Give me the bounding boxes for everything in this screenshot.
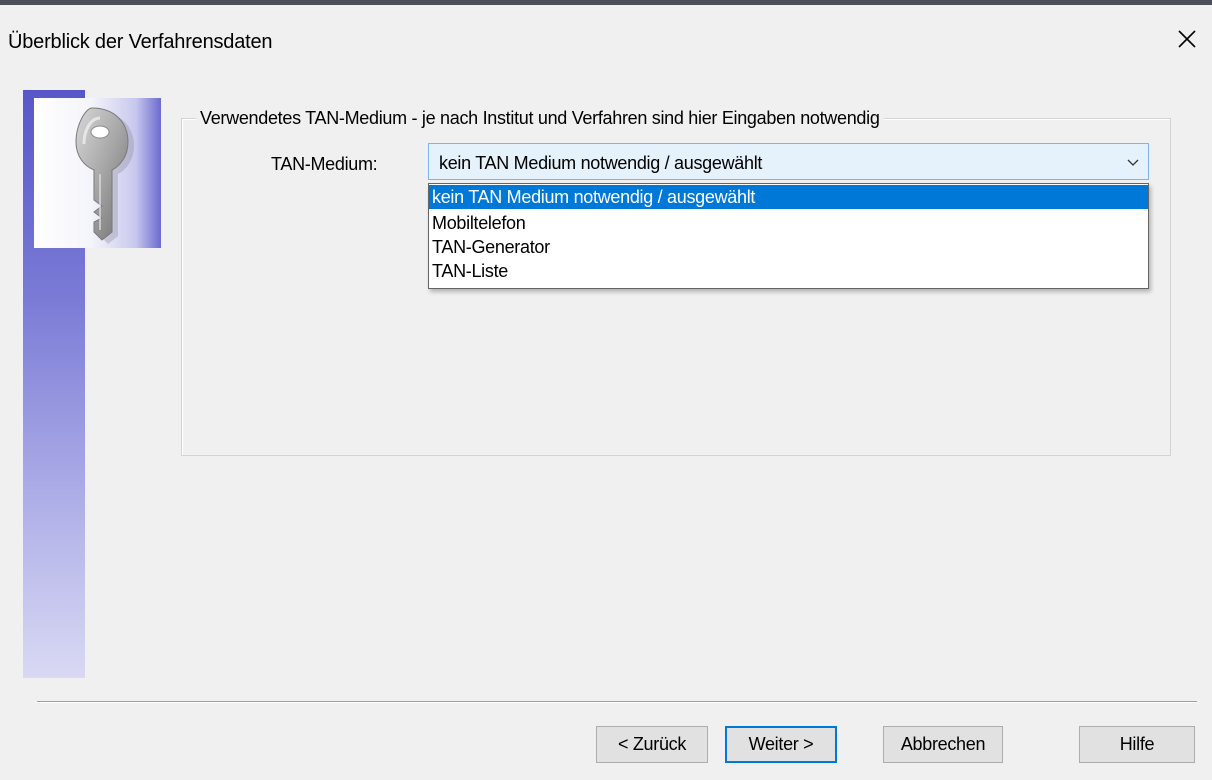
tan-medium-label: TAN-Medium: bbox=[271, 154, 378, 174]
dropdown-option-tan-generator[interactable]: TAN-Generator bbox=[429, 235, 1148, 259]
dropdown-option-mobiltelefon[interactable]: Mobiltelefon bbox=[429, 211, 1148, 235]
tan-medium-combobox[interactable]: kein TAN Medium notwendig / ausgewählt bbox=[428, 143, 1149, 180]
key-icon bbox=[75, 107, 134, 244]
key-image-panel bbox=[34, 98, 161, 248]
groupbox-legend: Verwendetes TAN-Medium - je nach Institu… bbox=[196, 108, 884, 129]
close-icon bbox=[1178, 30, 1196, 48]
dropdown-option-kein-tan-medium[interactable]: kein TAN Medium notwendig / ausgewählt bbox=[429, 185, 1148, 209]
cancel-button[interactable]: Abbrechen bbox=[883, 726, 1003, 763]
next-button[interactable]: Weiter > bbox=[725, 726, 837, 763]
combobox-value: kein TAN Medium notwendig / ausgewählt bbox=[439, 153, 763, 173]
dialog-title: Überblick der Verfahrensdaten bbox=[8, 31, 273, 53]
tan-medium-dropdown-list[interactable]: kein TAN Medium notwendig / ausgewählt M… bbox=[428, 183, 1149, 289]
help-button[interactable]: Hilfe bbox=[1079, 726, 1195, 763]
back-button[interactable]: < Zurück bbox=[596, 726, 708, 763]
chevron-down-icon bbox=[1127, 159, 1139, 166]
window-top-border bbox=[0, 0, 1212, 5]
close-button[interactable] bbox=[1170, 22, 1204, 56]
dialog-window: Überblick der Verfahrensdaten Verwendete… bbox=[0, 0, 1212, 780]
footer-separator bbox=[37, 701, 1197, 703]
dropdown-option-tan-liste[interactable]: TAN-Liste bbox=[429, 259, 1148, 283]
